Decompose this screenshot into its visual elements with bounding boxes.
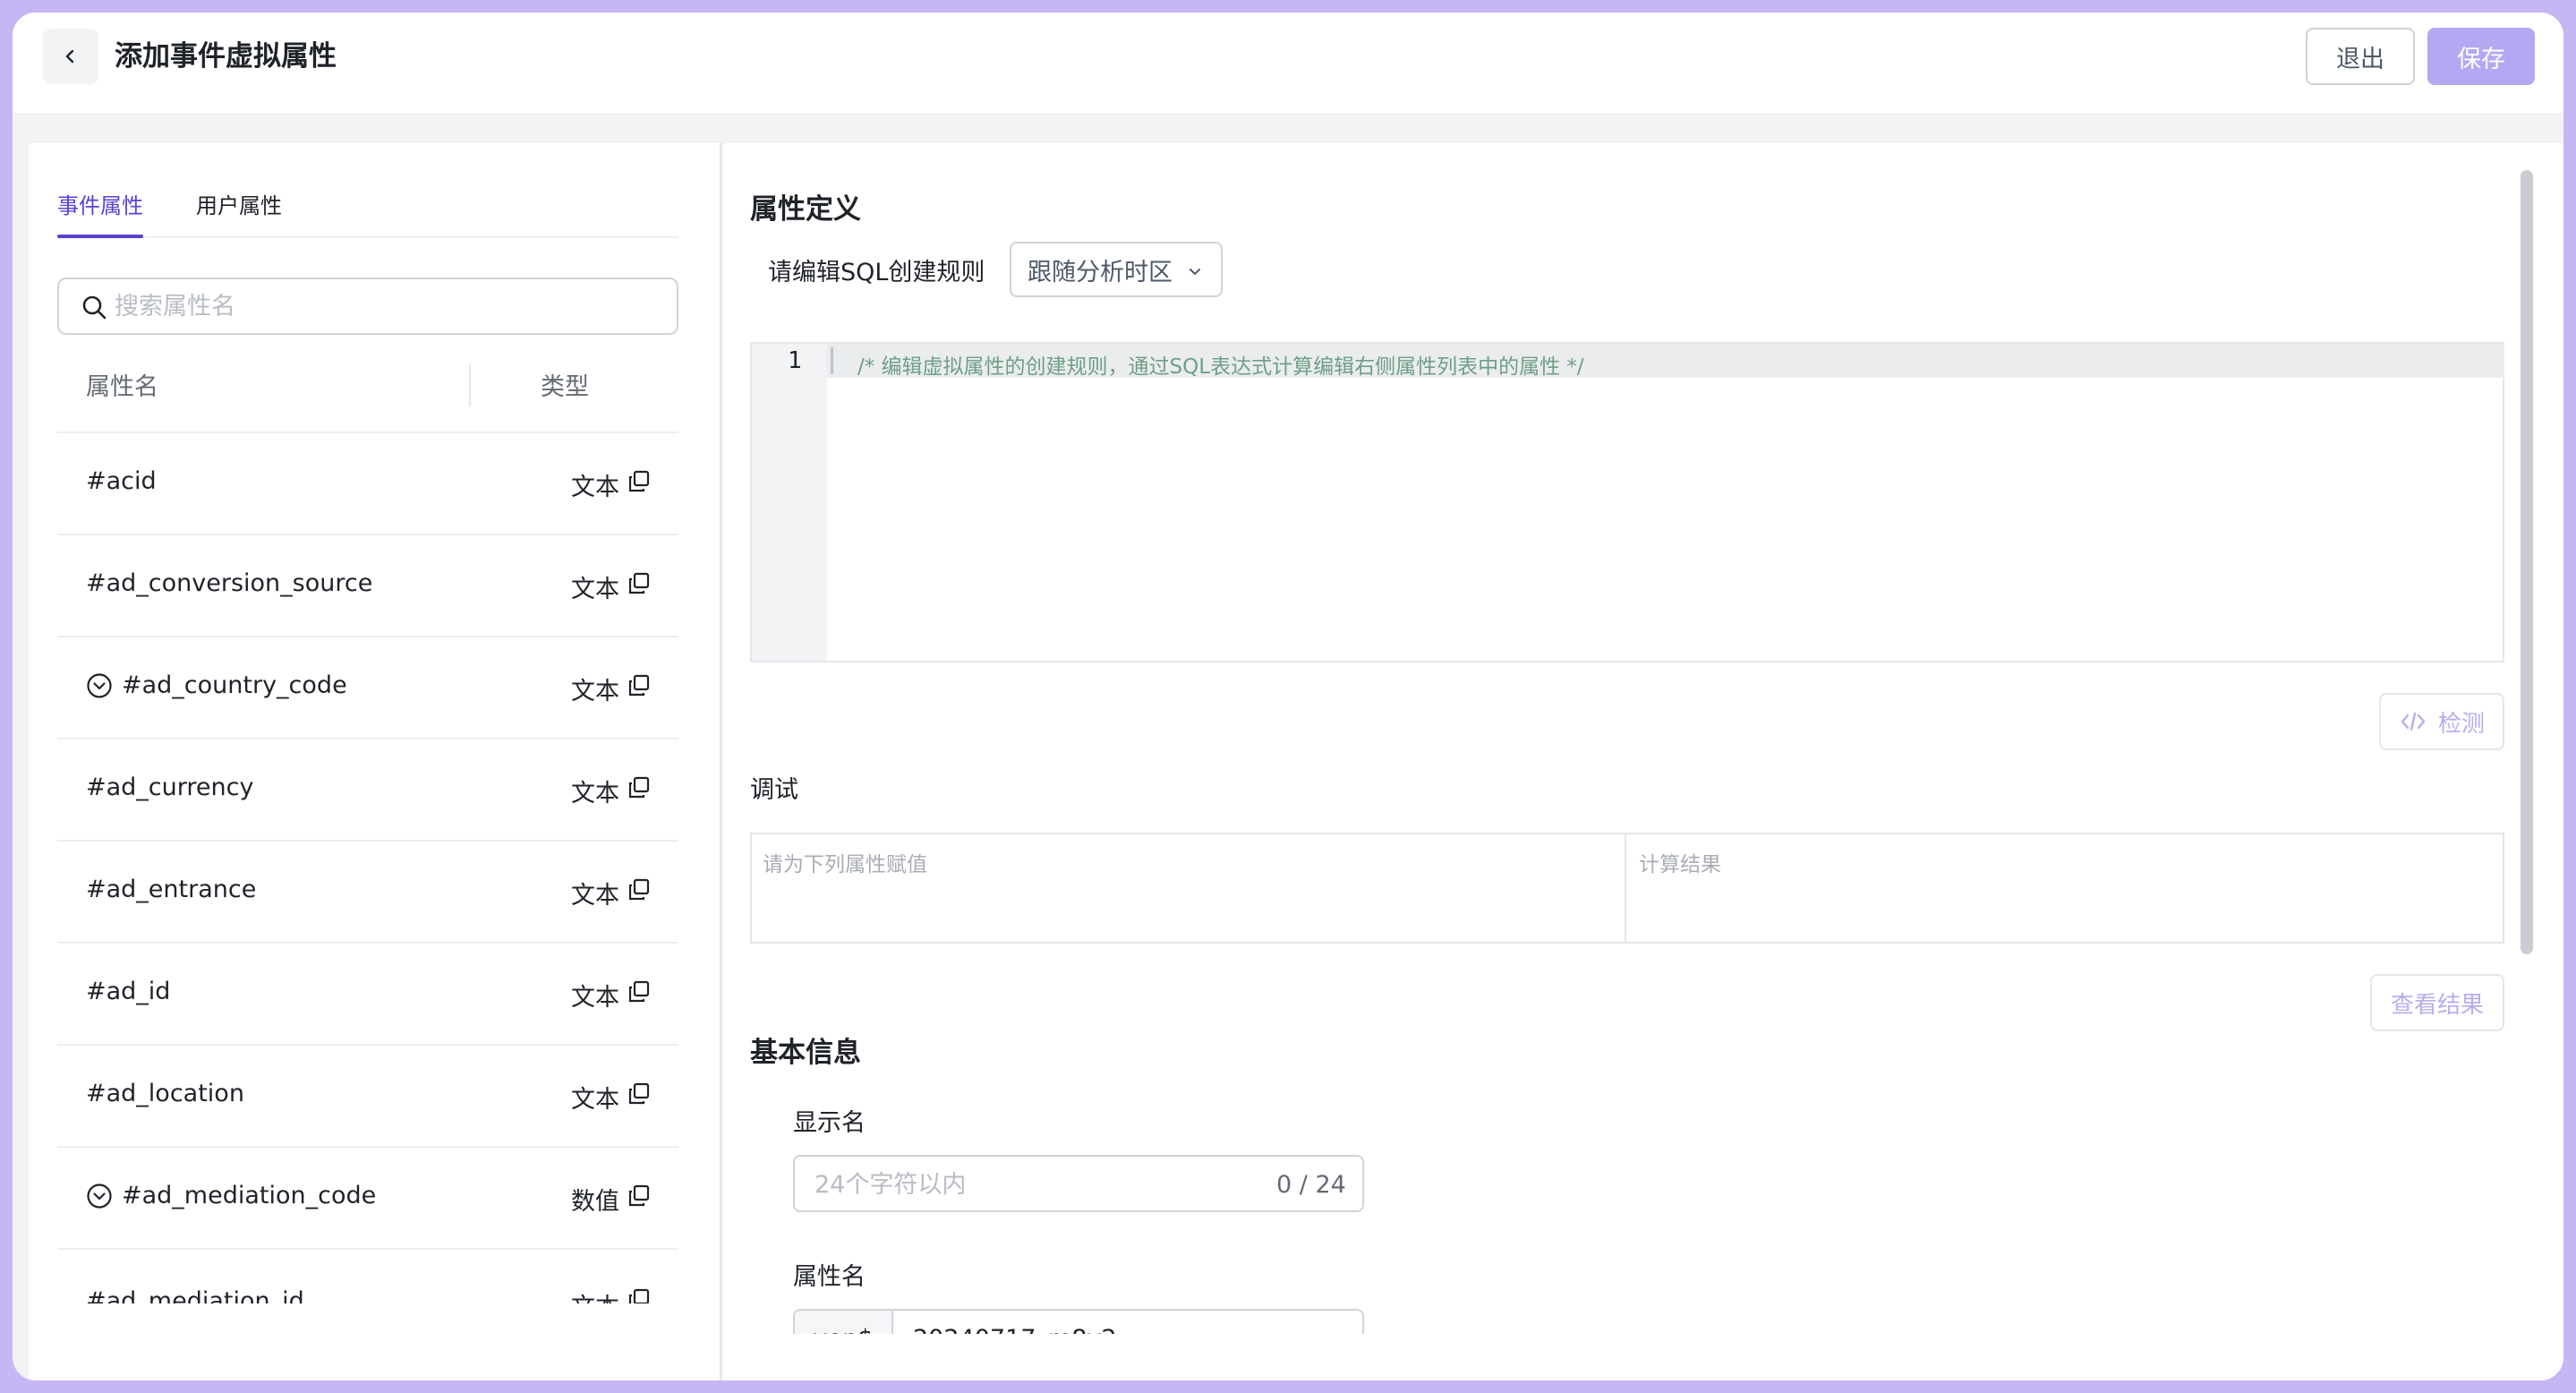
chevron-down-circle-icon[interactable] <box>86 1183 113 1209</box>
copy-icon[interactable] <box>627 673 652 698</box>
chevron-left-icon <box>65 49 74 64</box>
copy-icon[interactable] <box>627 469 652 494</box>
app-window: 添加事件虚拟属性 退出 保存 事件属性 用户属性 属性名 类型 #acid 文本 <box>13 13 2563 1380</box>
copy-icon[interactable] <box>627 979 652 1004</box>
property-type: 文本 <box>571 474 619 501</box>
property-type: 文本 <box>571 780 619 808</box>
section-title-basic-info: 基本信息 <box>750 1037 861 1069</box>
property-name: #ad_id <box>86 978 171 1005</box>
table-row[interactable]: #ad_currency 文本 <box>57 739 678 842</box>
debug-area: 请为下列属性赋值 计算结果 <box>750 833 2504 944</box>
search-icon <box>82 295 107 320</box>
property-tabs: 事件属性 用户属性 <box>57 188 678 238</box>
table-row[interactable]: #ad_mediation_code 数值 <box>57 1148 678 1250</box>
tab-user-properties[interactable]: 用户属性 <box>196 188 282 224</box>
copy-icon[interactable] <box>627 877 652 902</box>
column-header-type: 类型 <box>541 373 589 401</box>
table-row[interactable]: #ad_conversion_source 文本 <box>57 535 678 637</box>
copy-icon[interactable] <box>627 1287 652 1303</box>
assign-values-area[interactable]: 请为下列属性赋值 <box>752 834 1626 942</box>
scrollbar[interactable] <box>2521 170 2533 954</box>
editor-gutter <box>752 344 827 661</box>
line-number: 1 <box>788 347 802 374</box>
search-input[interactable] <box>115 288 652 324</box>
property-name: #ad_location <box>86 1080 244 1107</box>
back-button[interactable] <box>43 29 98 84</box>
property-name: #ad_mediation_code <box>86 1182 376 1209</box>
check-button-label: 检测 <box>2437 710 2485 738</box>
debug-label: 调试 <box>750 776 798 804</box>
panel-bottom-edge <box>723 1334 2563 1380</box>
table-row[interactable]: #ad_country_code 文本 <box>57 637 678 739</box>
display-name-input[interactable] <box>815 1167 1244 1201</box>
table-row[interactable]: #acid 文本 <box>57 433 678 535</box>
property-type: 文本 <box>571 576 619 603</box>
timezone-selected-value: 跟随分析时区 <box>1028 258 1173 286</box>
exit-button[interactable]: 退出 <box>2306 28 2415 85</box>
table-row[interactable]: #ad_location 文本 <box>57 1046 678 1148</box>
column-header-name: 属性名 <box>86 373 158 401</box>
display-name-label: 显示名 <box>793 1109 866 1137</box>
timezone-select[interactable]: 跟随分析时区 <box>1010 242 1223 297</box>
property-type: 文本 <box>571 882 619 910</box>
search-box <box>57 278 678 335</box>
property-name: #acid <box>86 467 157 495</box>
table-header: 属性名 类型 <box>57 340 678 433</box>
sql-editor[interactable]: 1 /* 编辑虚拟属性的创建规则，通过SQL表达式计算编辑右侧属性列表中的属性 … <box>750 342 2504 662</box>
page-title: 添加事件虚拟属性 <box>115 40 337 73</box>
property-list-panel: 事件属性 用户属性 属性名 类型 #acid 文本 #ad_conversion… <box>29 143 721 1380</box>
section-title-definition: 属性定义 <box>750 193 861 226</box>
sql-rule-label: 请编辑SQL创建规则 <box>768 259 985 286</box>
column-divider[interactable] <box>469 363 471 406</box>
check-button[interactable]: 检测 <box>2379 693 2504 750</box>
property-definition-panel: 属性定义 请编辑SQL创建规则 跟随分析时区 1 /* 编辑虚拟属性的创建规则，… <box>723 143 2563 1380</box>
property-type: 数值 <box>571 1188 619 1216</box>
chevron-down-circle-icon[interactable] <box>86 672 113 699</box>
property-name: #ad_mediation_id <box>86 1287 304 1303</box>
sql-comment: /* 编辑虚拟属性的创建规则，通过SQL表达式计算编辑右侧属性列表中的属性 */ <box>857 355 1584 379</box>
copy-icon[interactable] <box>627 1081 652 1107</box>
save-button[interactable]: 保存 <box>2427 28 2535 85</box>
property-type: 文本 <box>571 678 619 705</box>
table-row[interactable]: #ad_id 文本 <box>57 944 678 1046</box>
tab-event-properties[interactable]: 事件属性 <box>57 188 143 238</box>
property-name: #ad_conversion_source <box>86 569 373 597</box>
char-counter: 0 / 24 <box>1276 1171 1346 1199</box>
property-name: #ad_entrance <box>86 876 257 903</box>
copy-icon[interactable] <box>627 571 652 596</box>
property-name-label: 属性名 <box>793 1263 866 1291</box>
table-row[interactable]: #ad_entrance 文本 <box>57 842 678 944</box>
view-result-button[interactable]: 查看结果 <box>2370 974 2504 1031</box>
property-type: 文本 <box>571 1086 619 1114</box>
copy-icon[interactable] <box>627 1184 652 1209</box>
property-name: #ad_country_code <box>86 671 347 699</box>
table-row[interactable]: #ad_mediation_id 文本 <box>57 1250 678 1303</box>
property-type: 文本 <box>571 1287 619 1303</box>
property-type: 文本 <box>571 984 619 1012</box>
chevron-down-icon <box>1190 269 1200 275</box>
property-rows: #acid 文本 #ad_conversion_source 文本 #ad_co… <box>57 433 678 1303</box>
page-header: 添加事件虚拟属性 退出 保存 <box>13 13 2563 113</box>
editor-cursor <box>831 347 833 374</box>
code-icon <box>2401 712 2426 731</box>
copy-icon[interactable] <box>627 775 652 800</box>
display-name-field: 0 / 24 <box>793 1155 1364 1212</box>
property-name: #ad_currency <box>86 773 254 801</box>
calc-result-area: 计算结果 <box>1639 853 1721 876</box>
